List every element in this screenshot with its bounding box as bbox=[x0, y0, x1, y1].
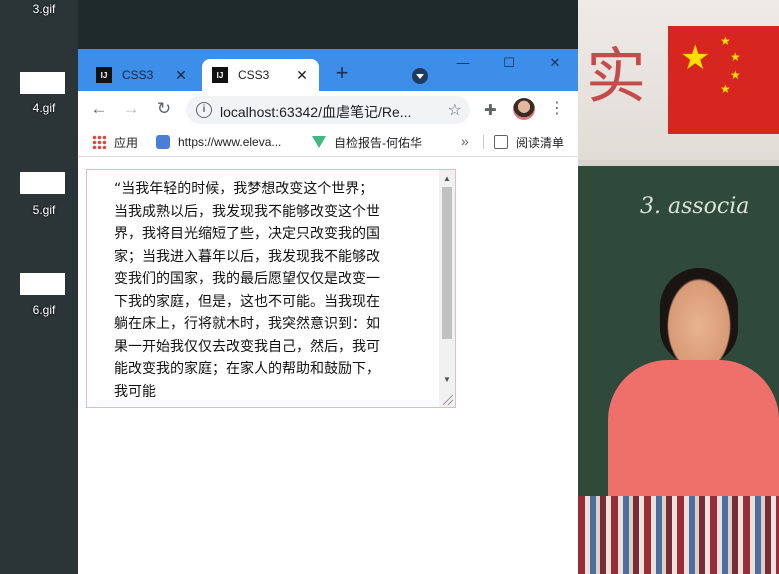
tab-strip: IJ CSS3 ✕ IJ CSS3 ✕ + — ☐ ✕ bbox=[78, 49, 578, 91]
apps-grid-icon bbox=[92, 135, 106, 149]
person-head bbox=[660, 268, 738, 364]
bookmarks-bar: 应用 https://www.eleva... 自检报告-何佑华 » 阅读清单 bbox=[78, 127, 578, 157]
info-icon[interactable]: i bbox=[196, 102, 212, 118]
person-shirt bbox=[608, 360, 779, 500]
vue-icon bbox=[312, 136, 326, 148]
desktop-edge-text: 看 bbox=[0, 2, 14, 19]
reading-list-label: 阅读清单 bbox=[516, 135, 565, 150]
bookmark-label: 应用 bbox=[114, 135, 139, 150]
more-menu-icon[interactable]: ⋮ bbox=[549, 100, 565, 120]
bookmarks-overflow-icon[interactable]: » bbox=[461, 133, 469, 149]
desktop-icon-5gif[interactable] bbox=[20, 172, 65, 194]
scroll-up-icon[interactable]: ▲ bbox=[442, 174, 452, 184]
bookmark-eleva[interactable]: https://www.eleva... bbox=[156, 133, 281, 151]
intellij-icon: IJ bbox=[212, 67, 228, 83]
bookshelf bbox=[578, 496, 779, 574]
bookmark-self-check[interactable]: 自检报告-何佑华 bbox=[312, 133, 422, 151]
bookmark-star-icon[interactable]: ☆ bbox=[448, 100, 462, 120]
chalk-text: 3. associa bbox=[640, 194, 750, 219]
profile-avatar[interactable] bbox=[513, 98, 535, 120]
navigation-toolbar: ← → ↻ i localhost:63342/血虐笔记/Re... ☆ ✚ ⋮ bbox=[78, 91, 578, 127]
flag-star-icon: ★ bbox=[730, 50, 741, 64]
tab-search-icon[interactable] bbox=[412, 68, 428, 84]
flag-star-icon: ★ bbox=[720, 34, 731, 48]
desktop-icon-4gif[interactable] bbox=[20, 72, 65, 94]
reading-list-icon bbox=[494, 135, 508, 149]
extensions-puzzle-icon[interactable]: ✚ bbox=[484, 101, 500, 119]
flag-star-icon: ★ bbox=[720, 82, 731, 96]
window-close-button[interactable]: ✕ bbox=[540, 55, 570, 75]
flag-image: ★ ★ ★ ★ ★ bbox=[668, 26, 779, 134]
tab-title: CSS3 bbox=[122, 68, 154, 82]
desktop-icon-6gif[interactable] bbox=[20, 273, 65, 295]
close-icon[interactable]: ✕ bbox=[295, 67, 309, 84]
text-area[interactable]: “当我年轻的时候，我梦想改变这个世界；当我成熟以后，我发现我不能够改变这个世界，… bbox=[86, 169, 456, 408]
intellij-icon: IJ bbox=[96, 67, 112, 83]
vertical-scrollbar[interactable]: ▲ ▼ bbox=[439, 170, 455, 407]
url-text[interactable]: localhost:63342/血虐笔记/Re... bbox=[220, 102, 411, 122]
banner-character: 实 bbox=[586, 42, 646, 112]
minimize-button[interactable]: — bbox=[448, 55, 478, 75]
flag-star-icon: ★ bbox=[680, 39, 711, 77]
person-photo bbox=[608, 268, 779, 500]
resize-handle-icon[interactable] bbox=[443, 395, 453, 405]
desktop-icon-label-6gif[interactable]: 6.gif bbox=[14, 303, 74, 317]
back-arrow-icon[interactable]: ← bbox=[89, 100, 109, 120]
tab-css3-active[interactable]: IJ CSS3 ✕ bbox=[202, 59, 319, 91]
page-content: “当我年轻的时候，我梦想改变这个世界；当我成熟以后，我发现我不能够改变这个世界，… bbox=[78, 157, 578, 574]
bookmark-label: 自检报告-何佑华 bbox=[334, 135, 422, 150]
flag-star-icon: ★ bbox=[730, 68, 741, 82]
address-bar[interactable]: i localhost:63342/血虐笔记/Re... ☆ bbox=[186, 96, 470, 124]
close-icon[interactable]: ✕ bbox=[174, 67, 188, 84]
desktop-icon-label-3gif[interactable]: 3.gif bbox=[14, 2, 74, 16]
bookmark-apps[interactable]: 应用 bbox=[92, 133, 138, 151]
scroll-down-icon[interactable]: ▼ bbox=[442, 375, 452, 385]
maximize-button[interactable]: ☐ bbox=[494, 55, 524, 75]
desktop-icon-label-5gif[interactable]: 5.gif bbox=[14, 203, 74, 217]
forward-arrow-icon[interactable]: → bbox=[121, 100, 141, 120]
reading-list-button[interactable]: 阅读清单 bbox=[494, 133, 564, 151]
tab-css3-inactive[interactable]: IJ CSS3 ✕ bbox=[86, 59, 198, 91]
bookmark-label: https://www.eleva... bbox=[178, 135, 282, 149]
tab-title: CSS3 bbox=[238, 68, 270, 82]
scrollbar-thumb[interactable] bbox=[442, 187, 452, 339]
browser-window: IJ CSS3 ✕ IJ CSS3 ✕ + — ☐ ✕ ← → ↻ i loca… bbox=[78, 49, 578, 574]
bookmarks-divider bbox=[483, 135, 484, 149]
desktop-icon-label-4gif[interactable]: 4.gif bbox=[14, 101, 74, 115]
text-area-content[interactable]: “当我年轻的时候，我梦想改变这个世界；当我成熟以后，我发现我不能够改变这个世界，… bbox=[114, 178, 386, 403]
reload-icon[interactable]: ↻ bbox=[154, 100, 174, 120]
site-favicon-icon bbox=[156, 135, 170, 149]
new-tab-button[interactable]: + bbox=[332, 62, 352, 86]
